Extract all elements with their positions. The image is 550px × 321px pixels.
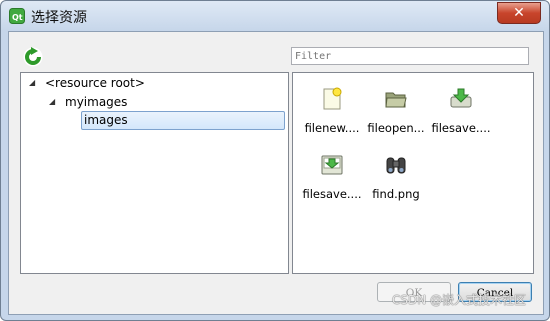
file-item[interactable]: filesave.... [428,83,494,137]
close-icon: ✕ [513,5,525,21]
filter-input[interactable] [291,47,529,65]
resource-tree[interactable]: ◢ <resource root> ◢ myimages images [20,72,289,274]
file-item[interactable]: fileopen... [363,83,429,137]
tree-item-label: <resource root> [45,76,145,90]
expand-arrow-icon[interactable]: ◢ [29,74,35,92]
qt-app-icon: Qt [9,8,25,24]
svg-text:Qt: Qt [12,13,23,22]
resource-dialog: Qt 选择资源 ✕ ◢ <resource root> ◢ myimages i… [0,0,550,321]
tree-item-images[interactable]: images [81,111,285,130]
file-list[interactable]: filenew.... fileopen... filesave.... fil… [292,72,534,274]
tree-item-myimages[interactable]: ◢ myimages [27,93,277,111]
file-item[interactable]: filenew.... [299,83,365,137]
file-item[interactable]: filesave.... [299,149,365,203]
file-label: find.png [372,187,420,201]
file-new-icon [323,87,342,110]
reload-icon[interactable] [22,46,44,68]
file-item[interactable]: find.png [363,149,429,203]
file-label: filesave.... [431,121,491,135]
file-save-as-icon [321,155,343,175]
file-label: fileopen... [367,121,425,135]
file-label: filenew.... [304,121,360,135]
watermark-text: CSDN @嵌入式技术社区 [392,293,527,307]
title-bar[interactable]: Qt 选择资源 ✕ [1,1,549,31]
dialog-body: ◢ <resource root> ◢ myimages images file… [8,31,544,315]
file-label: filesave.... [302,187,362,201]
tree-item-label: myimages [65,95,128,109]
expand-arrow-icon[interactable]: ◢ [49,93,55,111]
binoculars-icon [386,157,406,174]
tree-item-root[interactable]: ◢ <resource root> [27,74,277,92]
folder-open-icon [385,92,407,108]
close-button[interactable]: ✕ [497,2,541,24]
file-save-icon [450,88,472,108]
tree-item-label: images [84,113,128,127]
window-title: 选择资源 [31,10,87,26]
